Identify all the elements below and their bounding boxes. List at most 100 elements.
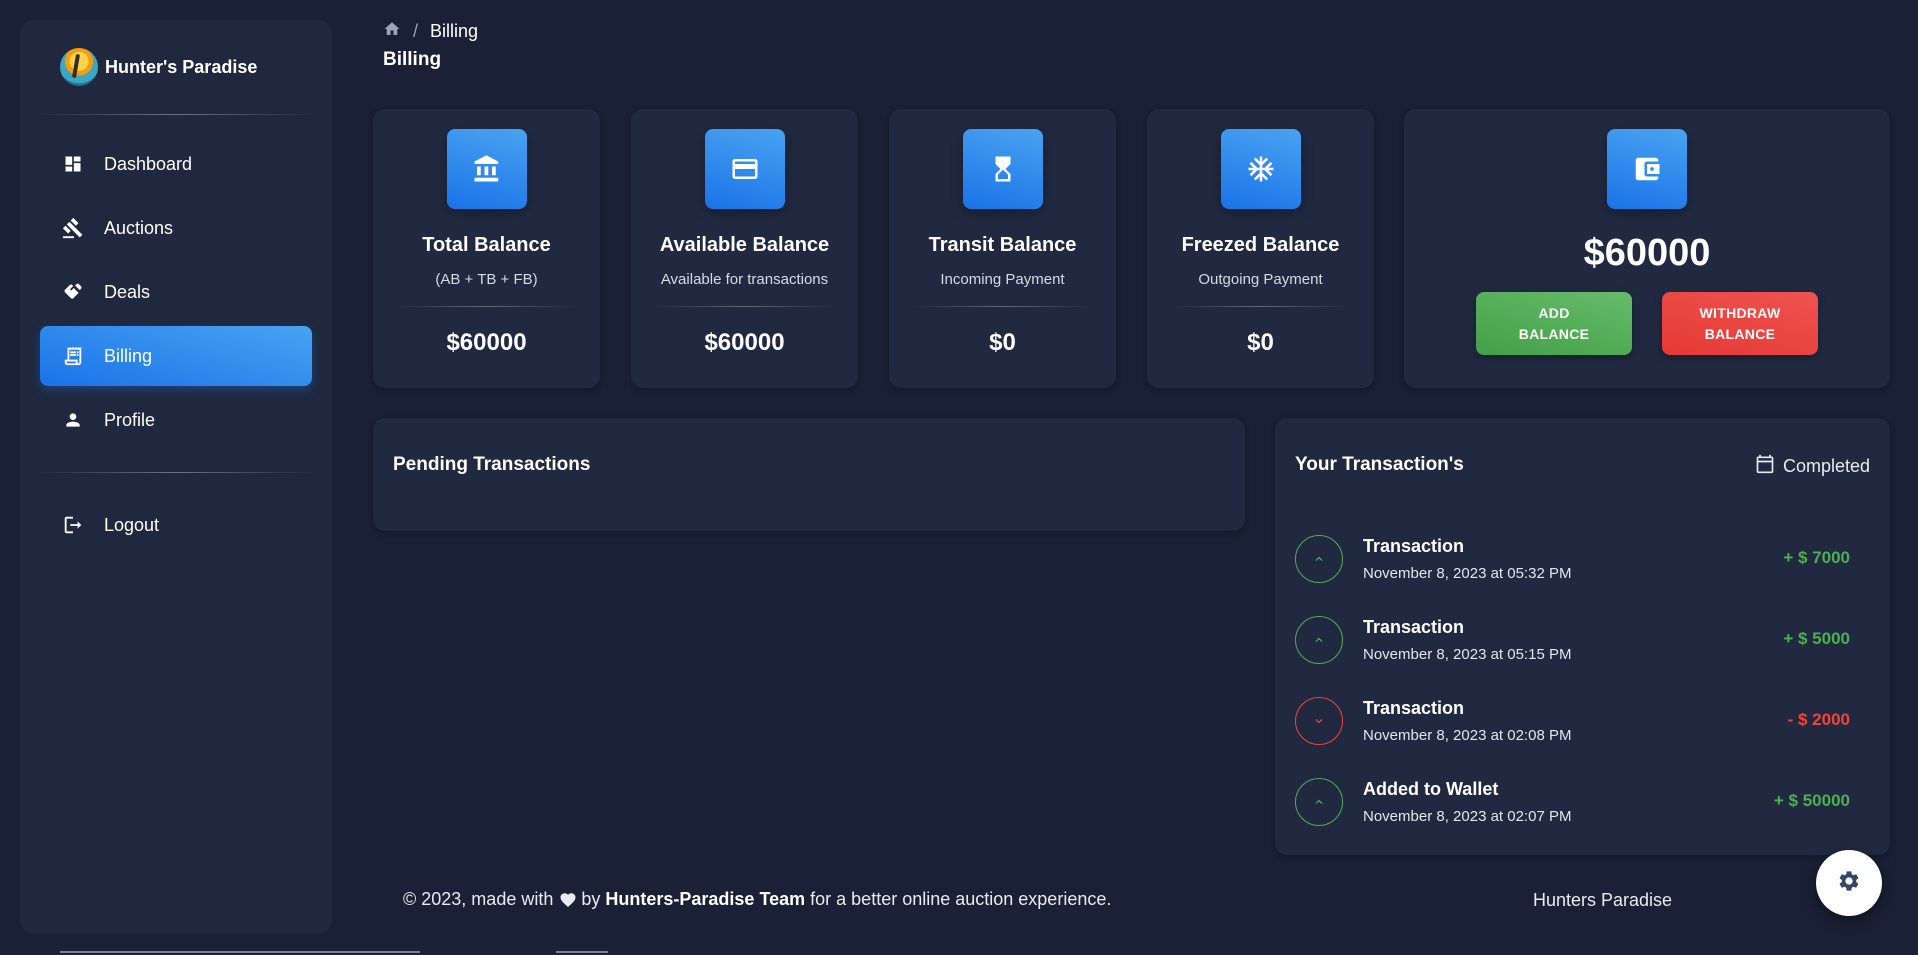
stat-value: $0 (989, 329, 1016, 356)
wallet-actions: ADD BALANCE WITHDRAW BALANCE (1404, 292, 1890, 355)
stat-value: $60000 (446, 329, 527, 356)
stat-value: $0 (1247, 329, 1274, 356)
breadcrumb-current: Billing (430, 21, 479, 41)
footer-suffix: for a better online auction experience. (810, 889, 1112, 909)
add-balance-label-line1: ADD (1538, 304, 1570, 321)
stat-value: $60000 (704, 329, 785, 356)
sidebar-item-label: Billing (104, 345, 153, 366)
sidebar-item-dashboard[interactable]: Dashboard (40, 134, 312, 194)
stat-divider (655, 306, 834, 307)
stat-title: Total Balance (422, 234, 551, 256)
pending-transactions-card: Pending Transactions (373, 418, 1245, 531)
footer-brand-link[interactable]: Hunters Paradise (1533, 890, 1672, 911)
calendar-icon (1755, 454, 1775, 479)
logout-icon (62, 514, 84, 536)
withdraw-balance-label-line1: WITHDRAW (1699, 304, 1781, 321)
transaction-name: Added to Wallet (1363, 778, 1499, 799)
arrow-up-icon (1295, 777, 1343, 826)
home-icon[interactable] (383, 20, 401, 43)
stat-subtitle: (AB + TB + FB) (435, 271, 538, 288)
freezed-balance-card: Freezed Balance Outgoing Payment $0 (1147, 109, 1374, 388)
withdraw-balance-label-line2: BALANCE (1704, 325, 1776, 342)
stat-title: Available Balance (659, 234, 830, 256)
sidebar-item-label: Dashboard (104, 153, 193, 174)
transaction-name: Transaction (1363, 697, 1465, 718)
transaction-name: Transaction (1363, 535, 1465, 556)
footer: © 2023, made with by Hunters-Paradise Te… (403, 889, 1111, 910)
add-balance-label-line2: BALANCE (1518, 325, 1590, 342)
sidebar-item-deals[interactable]: Deals (40, 262, 312, 322)
sidebar-item-label: Deals (104, 281, 151, 302)
breadcrumb-separator: / (413, 21, 419, 41)
stat-divider (913, 306, 1092, 307)
transaction-date: November 8, 2023 at 05:15 PM (1363, 645, 1572, 663)
scrollbar-thumb[interactable] (556, 951, 608, 953)
sidebar-item-label: Logout (104, 514, 160, 535)
brand-name: Hunter's Paradise (105, 56, 258, 77)
transaction-amount: + $ 7000 (1783, 548, 1850, 567)
handshake-icon (62, 281, 84, 303)
wallet-amount: $60000 (1583, 232, 1711, 274)
add-balance-button[interactable]: ADD BALANCE (1476, 292, 1632, 355)
transaction-row[interactable]: Transaction November 8, 2023 at 05:32 PM… (1295, 518, 1870, 599)
sidebar-item-billing[interactable]: Billing (40, 326, 312, 386)
wallet-icon (1607, 129, 1687, 209)
transaction-row[interactable]: Transaction November 8, 2023 at 02:08 PM… (1295, 680, 1870, 761)
bank-icon (446, 129, 527, 209)
transactions-filter[interactable]: Completed (1755, 454, 1870, 479)
footer-by: by (581, 889, 601, 909)
sidebar: Hunter's Paradise Dashboard Auctions Dea… (20, 20, 332, 934)
transaction-amount: - $ 2000 (1787, 710, 1850, 729)
transactions-filter-label: Completed (1782, 456, 1870, 476)
sidebar-divider (36, 472, 316, 473)
transaction-date: November 8, 2023 at 02:08 PM (1363, 726, 1572, 744)
breadcrumb: / Billing (383, 20, 478, 43)
scrollbar-track[interactable] (60, 951, 420, 953)
transaction-row[interactable]: Added to Wallet November 8, 2023 at 02:0… (1295, 761, 1870, 842)
heart-icon (559, 891, 577, 909)
total-balance-card: Total Balance (AB + TB + FB) $60000 (373, 109, 600, 388)
stat-subtitle: Available for transactions (660, 271, 829, 288)
stat-divider (397, 306, 576, 307)
person-icon (62, 409, 84, 431)
sidebar-item-auctions[interactable]: Auctions (40, 198, 312, 258)
sidebar-nav: Dashboard Auctions Deals Billing Profile (20, 115, 332, 450)
transaction-date: November 8, 2023 at 02:07 PM (1363, 807, 1572, 825)
transaction-row[interactable]: Transaction November 8, 2023 at 05:15 PM… (1295, 599, 1870, 680)
transaction-amount: + $ 5000 (1783, 629, 1850, 648)
gear-icon (1837, 869, 1861, 898)
gavel-icon (62, 217, 84, 239)
arrow-up-icon (1295, 534, 1343, 583)
stat-subtitle: Outgoing Payment (1198, 271, 1323, 288)
brand-logo (60, 48, 98, 86)
transactions-card: Your Transaction's Completed Transaction… (1275, 418, 1890, 855)
card-icon (704, 129, 785, 209)
withdraw-balance-button[interactable]: WITHDRAW BALANCE (1662, 292, 1818, 355)
hourglass-icon (962, 129, 1043, 209)
pending-transactions-title: Pending Transactions (393, 454, 591, 475)
transaction-name: Transaction (1363, 616, 1465, 637)
stat-title: Transit Balance (928, 234, 1077, 256)
arrow-up-icon (1295, 615, 1343, 664)
receipt-icon (62, 345, 84, 367)
transactions-title: Your Transaction's (1295, 454, 1464, 475)
brand[interactable]: Hunter's Paradise (20, 20, 332, 114)
stat-divider (1171, 306, 1350, 307)
transit-balance-card: Transit Balance Incoming Payment $0 (889, 109, 1116, 388)
sidebar-item-profile[interactable]: Profile (40, 390, 312, 450)
footer-team-link[interactable]: Hunters-Paradise Team (605, 889, 805, 910)
footer-prefix: © 2023, made with (403, 889, 554, 909)
settings-button[interactable] (1816, 850, 1882, 916)
dashboard-icon (62, 153, 84, 175)
snowflake-icon (1220, 129, 1301, 209)
transaction-amount: + $ 50000 (1773, 791, 1850, 810)
stat-title: Freezed Balance (1181, 234, 1340, 256)
sidebar-item-logout[interactable]: Logout (40, 495, 312, 555)
sidebar-item-label: Profile (104, 409, 156, 430)
sidebar-item-label: Auctions (104, 217, 174, 238)
transaction-date: November 8, 2023 at 05:32 PM (1363, 564, 1572, 582)
available-balance-card: Available Balance Available for transact… (631, 109, 858, 388)
wallet-card: $60000 ADD BALANCE WITHDRAW BALANCE (1404, 109, 1890, 388)
stat-subtitle: Incoming Payment (940, 271, 1065, 288)
page-title: Billing (383, 49, 442, 70)
